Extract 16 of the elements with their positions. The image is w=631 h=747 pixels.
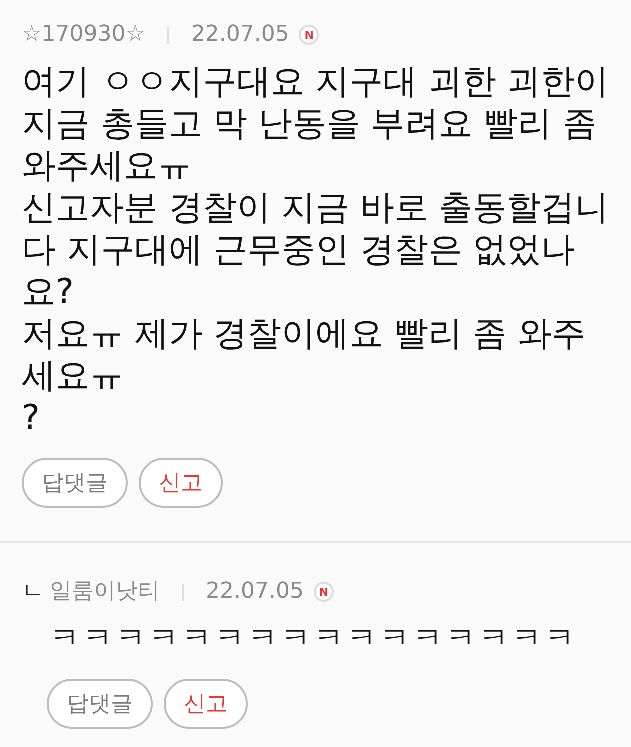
reply-button[interactable]: 답댓글 (47, 679, 153, 729)
report-button[interactable]: 신고 (139, 458, 223, 508)
new-badge: N (314, 582, 334, 602)
new-badge: N (299, 25, 320, 45)
comment-text: 여기 ㅇㅇ지구대요 지구대 괴한 괴한이 지금 총들고 막 난동을 부려요 빨리 좀 와주세요ㅠ (22, 61, 610, 187)
reply-button[interactable]: 답댓글 (22, 458, 128, 508)
reply-marker: ㄴ (22, 578, 45, 606)
author-name: 일룸이낫티 (50, 578, 160, 606)
comment-text: 신고자분 경찰이 지금 바로 출동할겁니다 지구대에 근무중인 경찰은 없었나요? (22, 187, 610, 313)
comment-date: 22.07.05 (206, 578, 304, 606)
author-name: ☆170930☆ (22, 21, 146, 49)
comment-text: ㅋㅋㅋㅋㅋㅋㅋㅋㅋㅋㅋㅋㅋㅋㅋㅋ (50, 620, 579, 658)
comment-text: ? (22, 397, 42, 439)
comment-date: 22.07.05 (191, 21, 290, 49)
comment-text: 저요ㅠ 제가 경찰이에요 빨리 좀 와주세요ㅠ (22, 313, 588, 397)
report-button[interactable]: 신고 (164, 679, 248, 729)
